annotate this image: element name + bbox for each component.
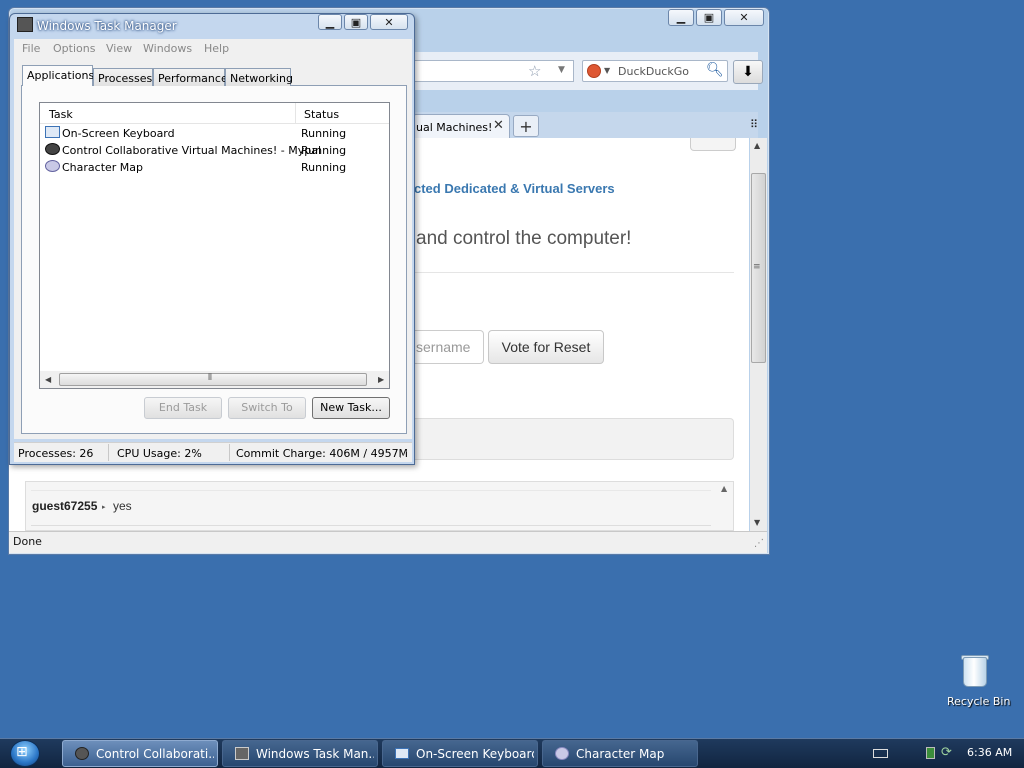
- window-title: Windows Task Manager: [37, 19, 177, 33]
- tab-processes[interactable]: Processes: [93, 68, 153, 86]
- new-task-button[interactable]: New Task...: [312, 397, 390, 419]
- username-input[interactable]: sername: [406, 330, 484, 364]
- tab-applications[interactable]: Applications: [22, 65, 94, 86]
- commit-charge: Commit Charge: 406M / 4957M: [236, 447, 409, 460]
- end-task-button[interactable]: End Task: [144, 397, 222, 419]
- raccoon-browser-icon: [45, 143, 60, 155]
- maximize-button[interactable]: ▣: [696, 9, 722, 26]
- list-item[interactable]: On-Screen Keyboard: [62, 127, 175, 140]
- keyboard-icon: [45, 126, 60, 138]
- maximize-button[interactable]: ▣: [344, 14, 368, 30]
- character-map-icon: [45, 160, 60, 172]
- scrollbar-thumb[interactable]: [59, 373, 367, 386]
- new-tab-button[interactable]: +: [513, 115, 539, 137]
- menu-file[interactable]: File: [22, 42, 40, 55]
- taskbar-item-character-map[interactable]: Character Map: [542, 740, 698, 767]
- info-panel: [406, 418, 734, 460]
- menu-windows[interactable]: Windows: [143, 42, 192, 55]
- character-map-icon: [555, 747, 569, 760]
- task-manager-icon: [235, 747, 249, 760]
- taskbar-item-browser[interactable]: Control Collaborati...: [62, 740, 218, 767]
- chat-arrow-icon: ▸: [102, 503, 106, 511]
- chevron-left-icon[interactable]: ◀: [45, 375, 51, 384]
- list-item[interactable]: Character Map: [62, 161, 143, 174]
- column-header-task[interactable]: Task: [49, 108, 73, 121]
- tab-label[interactable]: ual Machines!: [416, 121, 492, 134]
- processes-count: Processes: 26: [18, 447, 94, 460]
- menu-help[interactable]: Help: [204, 42, 229, 55]
- tab-performance[interactable]: Performance: [153, 68, 228, 86]
- status-divider: [108, 444, 109, 461]
- column-header-status[interactable]: Status: [304, 108, 339, 121]
- network-tray-icon[interactable]: [926, 747, 935, 759]
- star-icon[interactable]: ☆: [528, 62, 541, 80]
- task-manager-window-controls: ▁ ▣ ✕: [318, 14, 408, 30]
- duckduckgo-icon[interactable]: [587, 64, 601, 78]
- list-item-status: Running: [301, 161, 347, 174]
- heading-link[interactable]: cted Dedicated & Virtual Servers: [414, 181, 615, 196]
- keyboard-tray-icon[interactable]: [873, 749, 888, 758]
- windows-logo-icon: ⊞: [16, 744, 28, 760]
- chevron-down-icon[interactable]: ▼: [604, 66, 610, 75]
- chat-message-row: [31, 490, 711, 526]
- keyboard-icon: [395, 748, 409, 759]
- close-button[interactable]: ✕: [370, 14, 408, 30]
- collapse-tab[interactable]: [690, 138, 736, 151]
- list-item[interactable]: Control Collaborative Virtual Machines! …: [62, 144, 321, 157]
- browser-window-controls: ▁ ▣ ✕: [668, 9, 1020, 26]
- switch-to-button[interactable]: Switch To: [228, 397, 306, 419]
- taskbar-item-task-manager[interactable]: Windows Task Man...: [222, 740, 378, 767]
- vote-reset-button[interactable]: Vote for Reset: [488, 330, 604, 364]
- sync-tray-icon[interactable]: ⟳: [941, 745, 952, 760]
- grip-icon: ≡: [753, 262, 761, 272]
- clock[interactable]: 6:36 AM: [967, 746, 1012, 759]
- download-icon: ⬇: [742, 64, 754, 80]
- task-manager-icon: [17, 17, 33, 32]
- page-headline: and control the computer!: [416, 228, 632, 249]
- chevron-down-icon[interactable]: ▼: [558, 65, 565, 75]
- taskbar-item-label: Control Collaborati...: [96, 747, 214, 761]
- divider: [414, 272, 734, 273]
- close-button[interactable]: ✕: [724, 9, 764, 26]
- status-text: Done: [13, 535, 42, 548]
- browser-statusbar: [9, 531, 767, 553]
- recycle-bin-icon[interactable]: [963, 657, 987, 687]
- taskbar-item-label: On-Screen Keyboard: [416, 747, 534, 761]
- taskbar-item-label: Character Map: [576, 747, 665, 761]
- taskbar-item-label: Windows Task Man...: [256, 747, 374, 761]
- chevron-down-icon[interactable]: ▼: [754, 518, 760, 527]
- list-item-status: Running: [301, 127, 347, 140]
- raccoon-browser-icon: [75, 747, 89, 760]
- column-divider[interactable]: [295, 103, 296, 123]
- close-icon[interactable]: ✕: [493, 118, 504, 133]
- menu-view[interactable]: View: [106, 42, 132, 55]
- list-item-status: Running: [301, 144, 347, 157]
- magnifier-icon[interactable]: 🔍︎: [706, 62, 724, 78]
- cpu-usage: CPU Usage: 2%: [117, 447, 202, 460]
- url-bar[interactable]: [406, 60, 574, 82]
- tab-networking[interactable]: Networking: [225, 68, 293, 86]
- chevron-right-icon[interactable]: ▶: [378, 375, 384, 384]
- chat-message: yes: [113, 499, 132, 513]
- chevron-up-icon[interactable]: ▲: [754, 141, 760, 150]
- grip-icon: ⦀: [208, 373, 212, 383]
- recycle-bin-label[interactable]: Recycle Bin: [947, 695, 1010, 708]
- menu-options[interactable]: Options: [53, 42, 95, 55]
- chat-username[interactable]: guest67255: [32, 499, 97, 513]
- status-divider: [229, 444, 230, 461]
- download-button[interactable]: ⬇: [733, 60, 763, 84]
- minimize-button[interactable]: ▁: [318, 14, 342, 30]
- chevron-up-icon[interactable]: ▲: [721, 484, 727, 493]
- minimize-button[interactable]: ▁: [668, 9, 694, 26]
- search-placeholder[interactable]: DuckDuckGo: [618, 65, 689, 78]
- taskbar-item-keyboard[interactable]: On-Screen Keyboard: [382, 740, 538, 767]
- resize-grip-icon[interactable]: ⋰: [399, 450, 408, 460]
- grid-icon[interactable]: ⠿: [750, 118, 758, 131]
- resize-grip-icon[interactable]: ⋰: [754, 538, 764, 549]
